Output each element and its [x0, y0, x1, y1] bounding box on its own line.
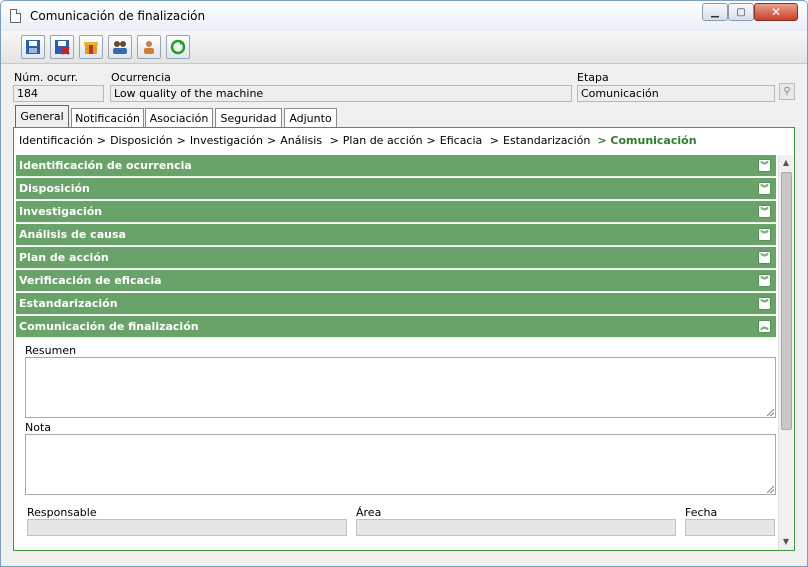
summary-textarea[interactable]: [25, 357, 776, 418]
section-analisis[interactable]: Análisis de causa ︾: [16, 224, 776, 246]
chevron-down-icon[interactable]: ︾: [758, 228, 771, 241]
user-button[interactable]: [137, 35, 161, 59]
save-and-exit-button[interactable]: [50, 35, 74, 59]
section-title: Investigación: [19, 205, 103, 218]
section-investigacion[interactable]: Investigación ︾: [16, 201, 776, 223]
refresh-button[interactable]: [166, 35, 190, 59]
section-title: Plan de acción: [19, 251, 109, 264]
tab-seguridad[interactable]: Seguridad: [215, 108, 282, 128]
chevron-down-icon[interactable]: ︾: [758, 159, 771, 172]
occurrence-field: Low quality of the machine: [110, 85, 572, 102]
pin-icon: ⚲: [783, 86, 791, 97]
user-icon: [144, 41, 154, 54]
chevron-down-icon[interactable]: ︾: [758, 182, 771, 195]
document-icon: [10, 9, 21, 23]
minimize-icon: ▁: [711, 6, 719, 18]
vertical-scrollbar[interactable]: ▲ ▼: [778, 155, 793, 550]
breadcrumb-item[interactable]: Identificación: [19, 134, 93, 147]
tab-adjunto[interactable]: Adjunto: [284, 108, 337, 128]
date-field: [685, 519, 775, 536]
section-identificacion[interactable]: Identificación de ocurrencia ︾: [16, 155, 776, 177]
section-title: Estandarización: [19, 297, 118, 310]
chevron-down-icon[interactable]: ︾: [758, 274, 771, 287]
section-verificacion[interactable]: Verificación de eficacia ︾: [16, 270, 776, 292]
responsible-field: [27, 519, 347, 536]
maximize-button[interactable]: ▢: [728, 3, 754, 21]
occurrence-number-field: 184: [13, 85, 104, 102]
package-button[interactable]: [79, 35, 103, 59]
save-button[interactable]: [21, 35, 45, 59]
dialog-window: Comunicación de finalización ▁ ▢ ✕ Núm. …: [0, 0, 808, 567]
breadcrumb: Identificación > Disposición > Investigación…: [14, 128, 794, 154]
chevron-down-icon[interactable]: ︾: [758, 251, 771, 264]
area-field: [356, 519, 676, 536]
breadcrumb-item[interactable]: Investigación: [190, 134, 263, 147]
breadcrumb-item[interactable]: Estandarización: [503, 134, 590, 147]
chevron-up-icon[interactable]: ︽: [758, 320, 771, 333]
section-title: Disposición: [19, 182, 90, 195]
title-bar[interactable]: Comunicación de finalización ▁ ▢ ✕: [1, 1, 807, 31]
occurrence-label: Ocurrencia: [111, 71, 171, 84]
section-plan-accion[interactable]: Plan de acción ︾: [16, 247, 776, 269]
breadcrumb-item[interactable]: Plan de acción: [343, 134, 423, 147]
breadcrumb-current: > Comunicación: [597, 134, 697, 147]
responsible-label: Responsable: [27, 506, 97, 519]
close-icon: ✕: [770, 5, 782, 19]
window-title: Comunicación de finalización: [30, 9, 206, 23]
section-title: Comunicación de finalización: [19, 320, 199, 333]
breadcrumb-item[interactable]: Análisis: [280, 134, 322, 147]
general-tab-panel: Identificación > Disposición > Investigación…: [13, 127, 795, 551]
stage-field: Comunicación: [577, 85, 775, 102]
package-icon: [84, 42, 98, 54]
scroll-down-icon[interactable]: ▼: [779, 535, 793, 549]
note-textarea[interactable]: [25, 434, 776, 495]
breadcrumb-item[interactable]: Eficacia: [440, 134, 483, 147]
summary-label: Resumen: [25, 344, 77, 357]
save-close-icon: [55, 40, 70, 55]
section-estandarizacion[interactable]: Estandarización ︾: [16, 293, 776, 315]
users-icon: [113, 41, 127, 54]
tab-asociacion[interactable]: Asociación: [145, 108, 213, 128]
maximize-icon: ▢: [736, 6, 746, 18]
tab-general[interactable]: General: [15, 105, 69, 128]
chevron-down-icon[interactable]: ︾: [758, 205, 771, 218]
section-disposicion[interactable]: Disposición ︾: [16, 178, 776, 200]
occurrence-number-label: Núm. ocurr.: [14, 71, 78, 84]
chevron-down-icon[interactable]: ︾: [758, 297, 771, 310]
section-title: Identificación de ocurrencia: [19, 159, 192, 172]
tab-notificacion[interactable]: Notificación: [71, 108, 144, 128]
scroll-up-icon[interactable]: ▲: [779, 156, 793, 170]
date-label: Fecha: [685, 506, 718, 519]
area-label: Área: [356, 506, 382, 519]
accordion: Identificación de ocurrencia ︾ Disposició…: [16, 155, 776, 550]
minimize-button[interactable]: ▁: [702, 3, 728, 21]
section-title: Verificación de eficacia: [19, 274, 162, 287]
save-icon: [26, 40, 40, 54]
section-comunicacion[interactable]: Comunicación de finalización ︽: [16, 316, 776, 338]
note-label: Nota: [25, 421, 52, 434]
refresh-icon: [170, 39, 186, 55]
close-button[interactable]: ✕: [754, 3, 798, 21]
stage-label: Etapa: [577, 71, 609, 84]
section-title: Análisis de causa: [19, 228, 126, 241]
stage-lookup-button[interactable]: ⚲: [779, 83, 795, 100]
users-button[interactable]: [108, 35, 132, 59]
scroll-thumb[interactable]: [781, 172, 792, 430]
breadcrumb-item[interactable]: Disposición: [110, 134, 173, 147]
toolbar: [1, 31, 807, 64]
